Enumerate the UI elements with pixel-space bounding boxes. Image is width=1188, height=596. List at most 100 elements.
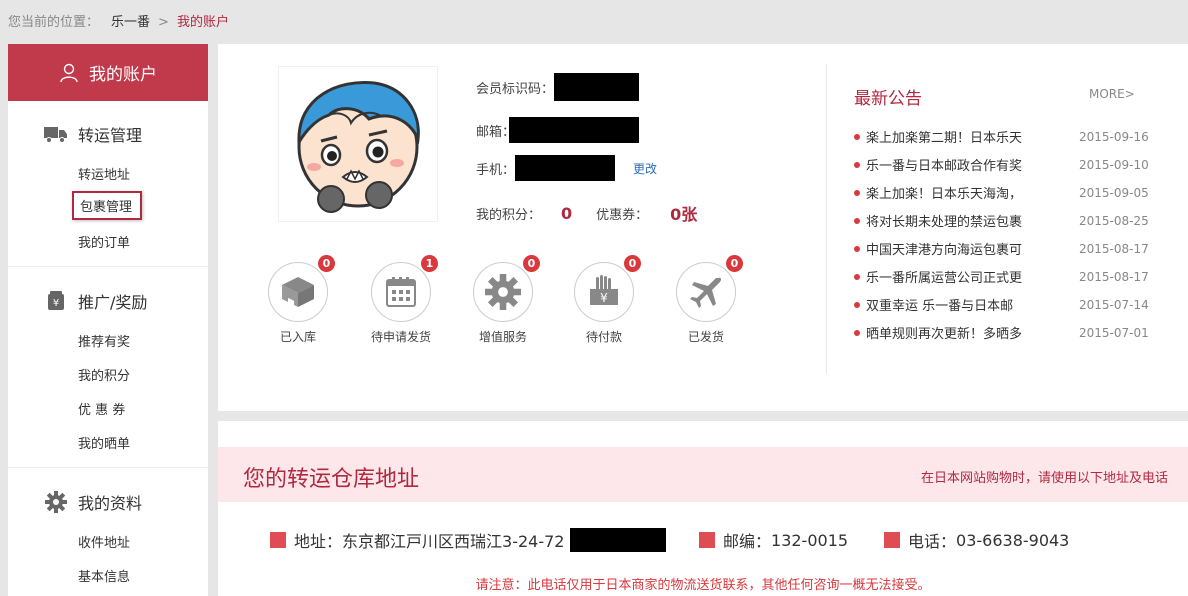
- phone-label: 电话：: [908, 532, 957, 551]
- notice-item[interactable]: 乐一番与日本邮政合作有奖 2015-09-10: [854, 155, 1154, 174]
- gear-icon: [44, 491, 68, 513]
- notice-item[interactable]: 乐一番所属运营公司正式更 2015-08-17: [854, 267, 1154, 286]
- points-value[interactable]: 0: [561, 204, 572, 223]
- bullet-icon: [854, 161, 860, 168]
- account-panel: 会员标识码： 邮箱： 手机： 更改 我的积分： 0 优惠券： 0张 0 已入库 …: [218, 44, 1188, 411]
- coupon-label: 优惠券：: [596, 207, 649, 223]
- member-id-redacted: [554, 73, 640, 101]
- bullet-icon: [854, 273, 860, 280]
- sidebar-item-my-reviews[interactable]: 我的晒单: [78, 433, 130, 452]
- panel-divider: [826, 64, 827, 374]
- sidebar-group-label: 推广/奖励: [78, 293, 148, 312]
- sidebar-item-receiving-address[interactable]: 收件地址: [78, 532, 130, 551]
- status-in-warehouse[interactable]: 0 已入库: [258, 255, 338, 345]
- phone-label: 手机：: [476, 162, 516, 178]
- status-label: 已入库: [279, 330, 316, 344]
- status-pending-shipment-request[interactable]: 1 待申请发货: [361, 255, 441, 345]
- notice-text: 乐一番所属运营公司正式更: [866, 271, 1023, 286]
- points-row: 我的积分： 0 优惠券： 0张: [476, 201, 697, 225]
- notice-date: 2015-08-17: [1079, 241, 1149, 256]
- notice-date: 2015-09-10: [1079, 157, 1149, 172]
- email-row: 邮箱：: [476, 117, 640, 143]
- notice-date: 2015-09-16: [1079, 129, 1149, 144]
- zip-value: 132-0015: [771, 530, 849, 550]
- address-value: 东京都江戸川区西瑞江3-24-72: [342, 532, 565, 551]
- phone-value: 03-6638-9043: [956, 530, 1070, 550]
- sidebar-header[interactable]: 我的账户: [8, 44, 208, 101]
- sidebar-item-referral[interactable]: 推荐有奖: [78, 331, 130, 350]
- airplane-icon: 0: [676, 255, 743, 322]
- notice-title: 最新公告: [854, 89, 922, 109]
- address-label: 地址：: [294, 532, 343, 551]
- sidebar-item-shipping-address[interactable]: 转运地址: [78, 164, 130, 183]
- sidebar-item-coupons[interactable]: 优 惠 券: [78, 399, 125, 418]
- notice-more-link[interactable]: MORE>: [1089, 87, 1135, 101]
- warehouse-note: 在日本网站购物时，请使用以下地址及电话: [920, 471, 1168, 486]
- notice-text: 楽上加楽！日本乐天海淘，: [866, 187, 1023, 202]
- notice-text: 晒单规则再次更新！多晒多: [866, 327, 1023, 342]
- sidebar-item-my-points[interactable]: 我的积分: [78, 365, 130, 384]
- bullet-icon: [854, 301, 860, 308]
- notice-text: 中国天津港方向海运包裹可: [866, 243, 1023, 258]
- change-phone-link[interactable]: 更改: [633, 160, 657, 177]
- square-bullet-icon: [270, 532, 286, 548]
- yen-payment-icon: ¥ 0: [574, 255, 641, 322]
- status-value-added-service[interactable]: 0 增值服务: [463, 255, 543, 345]
- status-label: 增值服务: [478, 330, 527, 344]
- square-bullet-icon: [699, 532, 715, 548]
- notice-item[interactable]: 楽上加楽！日本乐天海淘， 2015-09-05: [854, 183, 1154, 202]
- notice-item[interactable]: 双重幸运 乐一番与日本邮 2015-07-14: [854, 295, 1154, 314]
- box-icon: 0: [268, 255, 335, 322]
- calendar-icon: 1: [371, 255, 438, 322]
- notice-text: 楽上加楽第二期！日本乐天: [866, 131, 1023, 146]
- square-bullet-icon: [884, 532, 900, 548]
- breadcrumb: 您当前的位置： 乐一番 > 我的账户: [8, 11, 229, 30]
- breadcrumb-site-link[interactable]: 乐一番: [111, 15, 150, 30]
- status-count-badge: 0: [624, 255, 641, 272]
- notice-item[interactable]: 将对长期未处理的禁运包裹 2015-08-25: [854, 211, 1154, 230]
- gear-icon: 0: [473, 255, 540, 322]
- sidebar-group-rewards: ¥ 推广/奖励: [44, 289, 147, 313]
- member-id-label: 会员标识码：: [476, 81, 555, 97]
- address-redacted: [570, 528, 667, 552]
- status-pending-payment[interactable]: ¥ 0 待付款: [564, 255, 644, 345]
- sidebar-item-package-management[interactable]: 包裹管理: [72, 191, 143, 220]
- warehouse-title: 您的转运仓库地址: [243, 467, 420, 492]
- sidebar-item-my-orders[interactable]: 我的订单: [78, 232, 130, 251]
- notice-item[interactable]: 楽上加楽第二期！日本乐天 2015-09-16: [854, 127, 1154, 146]
- truck-icon: [44, 124, 68, 144]
- status-label: 待申请发货: [370, 330, 431, 344]
- bullet-icon: [854, 133, 860, 140]
- notice-item[interactable]: 晒单规则再次更新！多晒多 2015-07-01: [854, 323, 1154, 342]
- notice-text: 将对长期未处理的禁运包裹: [866, 215, 1023, 230]
- svg-text:¥: ¥: [53, 298, 59, 309]
- warehouse-panel: 您的转运仓库地址 在日本网站购物时，请使用以下地址及电话 地址： 东京都江戸川区…: [218, 421, 1188, 596]
- bullet-icon: [854, 245, 860, 252]
- warehouse-phone: 电话： 03-6638-9043: [884, 528, 1069, 552]
- warehouse-zip: 邮编： 132-0015: [699, 528, 848, 552]
- sidebar-item-basic-info[interactable]: 基本信息: [78, 566, 130, 585]
- coupon-value[interactable]: 0张: [670, 201, 697, 225]
- member-id-row: 会员标识码：: [476, 73, 640, 101]
- phone-row: 手机： 更改: [476, 155, 657, 181]
- notice-text: 双重幸运 乐一番与日本邮: [866, 299, 1014, 314]
- notice-date: 2015-09-05: [1079, 185, 1149, 200]
- notice-item[interactable]: 中国天津港方向海运包裹可 2015-08-17: [854, 239, 1154, 258]
- sidebar-group-label: 我的资料: [78, 494, 143, 513]
- user-icon: [60, 63, 78, 82]
- status-label: 待付款: [585, 330, 622, 344]
- avatar[interactable]: [278, 66, 438, 222]
- notice-date: 2015-08-17: [1079, 269, 1149, 284]
- sidebar-divider: [8, 266, 208, 267]
- warehouse-address: 地址： 东京都江戸川区西瑞江3-24-72: [270, 528, 667, 552]
- status-shipped[interactable]: 0 已发货: [666, 255, 746, 345]
- points-label: 我的积分：: [476, 207, 542, 223]
- sidebar-group-label: 转运管理: [78, 126, 143, 145]
- sidebar-group-profile: 我的资料: [44, 490, 142, 514]
- phone-redacted: [515, 155, 616, 181]
- bullet-icon: [854, 329, 860, 336]
- warehouse-warning: 请注意：此电话仅用于日本商家的物流送货联系，其他任何咨询一概无法接受。: [475, 578, 931, 593]
- zip-label: 邮编：: [723, 532, 772, 551]
- notice-date: 2015-07-01: [1079, 325, 1149, 340]
- gift-icon: ¥: [44, 291, 68, 311]
